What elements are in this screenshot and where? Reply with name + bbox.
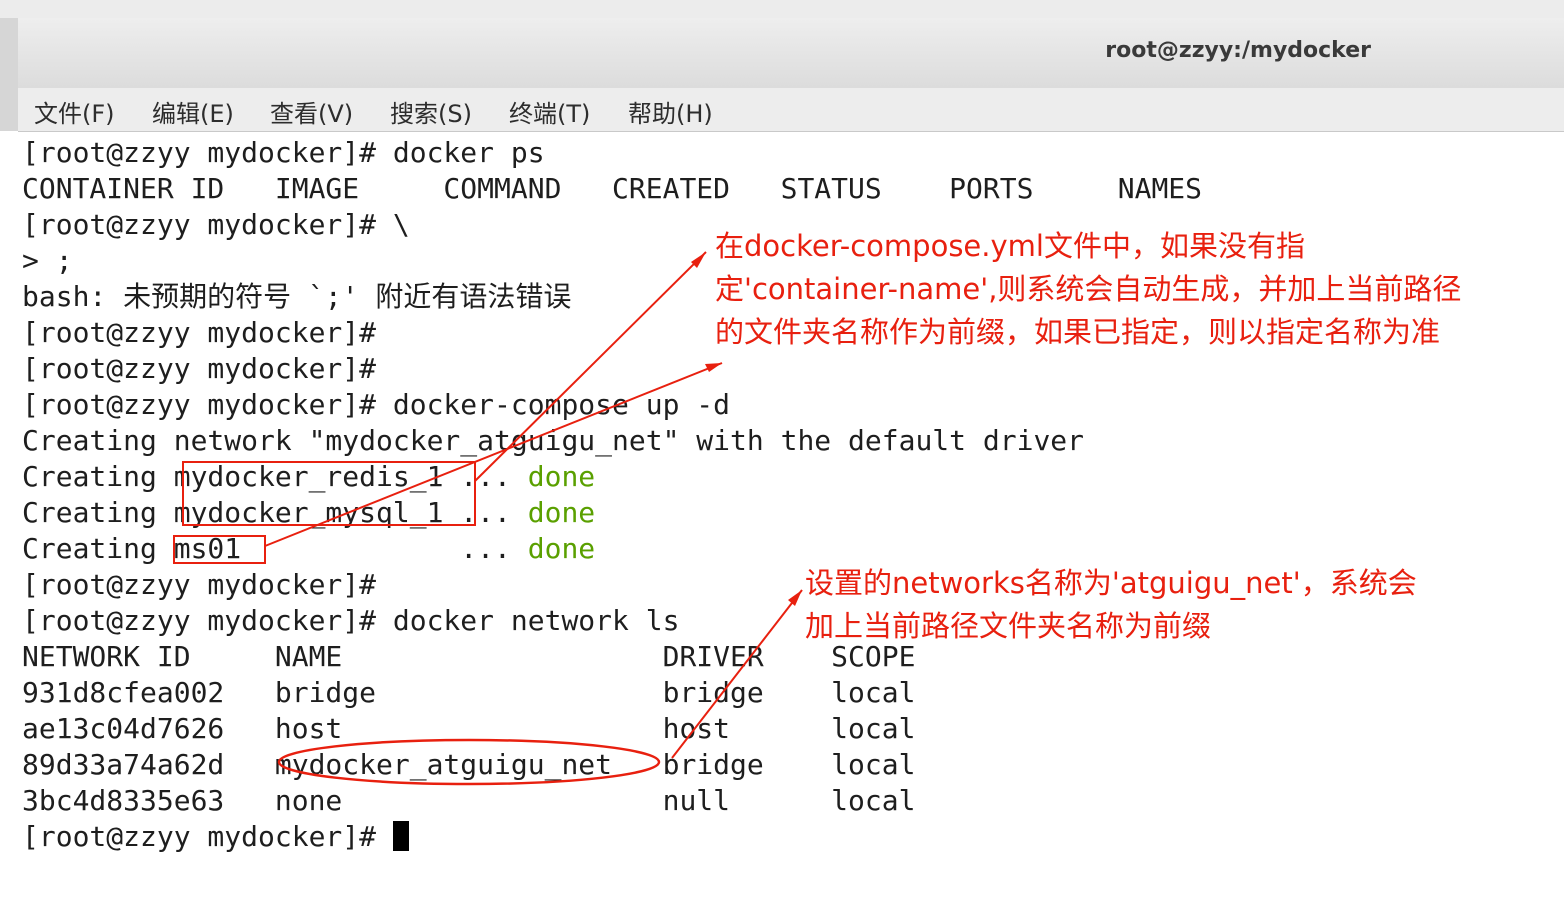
annotation-line: 定'container-name',则系统会自动生成，并加上当前路径 — [715, 272, 1462, 306]
annotation-line: 设置的networks名称为'atguigu_net'，系统会 — [805, 566, 1417, 600]
arrow-head-3 — [788, 590, 802, 606]
annotation-line: 在docker-compose.yml文件中，如果没有指 — [715, 229, 1305, 263]
annotation-note-container-name: 在docker-compose.yml文件中，如果没有指 定'container… — [715, 225, 1461, 354]
arrow-line-3 — [671, 589, 803, 759]
arrow-line-2 — [264, 362, 723, 547]
arrow-head-2 — [705, 363, 722, 372]
annotation-note-network-name: 设置的networks名称为'atguigu_net'，系统会 加上当前路径文件… — [805, 562, 1417, 648]
annotation-line: 加上当前路径文件夹名称为前缀 — [805, 609, 1212, 643]
annotation-overlay — [173, 251, 803, 786]
arrow-line-1 — [474, 251, 707, 482]
highlight-ellipse-network — [277, 738, 661, 786]
highlight-box-redis-mysql — [182, 461, 476, 526]
annotation-line: 的文件夹名称作为前缀，如果已指定，则以指定名称为准 — [715, 315, 1441, 349]
highlight-box-ms01 — [173, 535, 266, 564]
